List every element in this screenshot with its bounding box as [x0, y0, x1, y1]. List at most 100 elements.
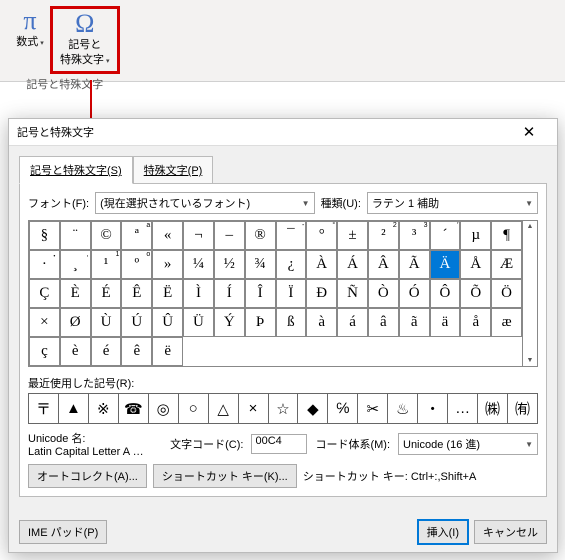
character-grid[interactable]: §¨©ªa«¬–®¯-°°±²2³3´′µ¶·・¸,¹1ºo»¼½¾¿ÀÁÂÃÄ…	[28, 220, 523, 367]
recent-cell[interactable]: ◎	[149, 394, 179, 423]
char-cell[interactable]: Å	[460, 250, 491, 279]
char-cell[interactable]: Ô	[430, 279, 461, 308]
char-cell[interactable]: Ñ	[337, 279, 368, 308]
recent-cell[interactable]: ♨	[388, 394, 418, 423]
char-cell[interactable]: Đ	[306, 279, 337, 308]
recent-cell[interactable]: 〒	[29, 394, 59, 423]
recent-cell[interactable]: ㈲	[508, 394, 537, 423]
equation-button[interactable]: π 数式	[10, 6, 50, 53]
char-cell[interactable]: ¼	[183, 250, 214, 279]
char-cell[interactable]: ·・	[29, 250, 60, 279]
char-cell[interactable]: ã	[399, 308, 430, 337]
shortcut-key-button[interactable]: ショートカット キー(K)...	[153, 464, 297, 488]
font-combo[interactable]: (現在選択されているフォント) ▼	[95, 192, 314, 214]
char-code-input[interactable]: 00C4	[251, 434, 307, 454]
recent-cell[interactable]: ✂	[358, 394, 388, 423]
char-cell[interactable]: ®	[245, 221, 276, 250]
char-cell[interactable]: Â	[368, 250, 399, 279]
char-cell[interactable]: ±	[337, 221, 368, 250]
char-cell[interactable]: æ	[491, 308, 522, 337]
char-cell[interactable]: ë	[152, 337, 183, 366]
recent-cell[interactable]: …	[448, 394, 478, 423]
char-cell[interactable]: Ä	[430, 250, 461, 279]
insert-button[interactable]: 挿入(I)	[418, 520, 468, 544]
char-cell[interactable]: ¿	[276, 250, 307, 279]
char-cell[interactable]: ×	[29, 308, 60, 337]
char-cell[interactable]: ê	[121, 337, 152, 366]
char-cell[interactable]: Ï	[276, 279, 307, 308]
recent-cell[interactable]: ◆	[298, 394, 328, 423]
char-cell[interactable]: Ø	[60, 308, 91, 337]
char-cell[interactable]: ´′	[430, 221, 461, 250]
char-cell[interactable]: ºo	[121, 250, 152, 279]
char-cell[interactable]: ³3	[399, 221, 430, 250]
recent-cell[interactable]: ☎	[119, 394, 149, 423]
scroll-up-icon[interactable]: ▲	[523, 221, 537, 232]
char-cell[interactable]: »	[152, 250, 183, 279]
char-cell[interactable]: Ó	[399, 279, 430, 308]
char-cell[interactable]: «	[152, 221, 183, 250]
char-cell[interactable]: Ê	[121, 279, 152, 308]
recent-cell[interactable]: ℅	[328, 394, 358, 423]
char-cell[interactable]: â	[368, 308, 399, 337]
char-cell[interactable]: Ò	[368, 279, 399, 308]
recent-cell[interactable]: ※	[89, 394, 119, 423]
char-cell[interactable]: §	[29, 221, 60, 250]
char-cell[interactable]: è	[60, 337, 91, 366]
char-cell[interactable]: ¬	[183, 221, 214, 250]
char-cell[interactable]: Æ	[491, 250, 522, 279]
char-cell[interactable]: Û	[152, 308, 183, 337]
recent-cell[interactable]: ・	[418, 394, 448, 423]
char-cell[interactable]: Ö	[491, 279, 522, 308]
char-cell[interactable]: Á	[337, 250, 368, 279]
char-cell[interactable]: ¯-	[276, 221, 307, 250]
char-cell[interactable]: à	[306, 308, 337, 337]
char-cell[interactable]: Ü	[183, 308, 214, 337]
char-cell[interactable]: Ú	[121, 308, 152, 337]
ime-pad-button[interactable]: IME パッド(P)	[19, 520, 107, 544]
char-cell[interactable]: ¹1	[91, 250, 122, 279]
recent-grid[interactable]: 〒▲※☎◎○△×☆◆℅✂♨・…㈱㈲	[28, 393, 538, 424]
recent-cell[interactable]: ○	[179, 394, 209, 423]
char-cell[interactable]: Õ	[460, 279, 491, 308]
symbol-button[interactable]: Ω 記号と 特殊文字	[56, 9, 114, 71]
recent-cell[interactable]: ☆	[269, 394, 299, 423]
char-cell[interactable]: ä	[430, 308, 461, 337]
char-cell[interactable]: ¾	[245, 250, 276, 279]
char-cell[interactable]: ¶	[491, 221, 522, 250]
char-cell[interactable]: Í	[214, 279, 245, 308]
char-cell[interactable]: ß	[276, 308, 307, 337]
char-cell[interactable]: µ	[460, 221, 491, 250]
autocorrect-button[interactable]: オートコレクト(A)...	[28, 464, 147, 488]
tab-special[interactable]: 特殊文字(P)	[133, 156, 214, 184]
char-cell[interactable]: À	[306, 250, 337, 279]
scroll-down-icon[interactable]: ▼	[523, 355, 537, 366]
char-cell[interactable]: Þ	[245, 308, 276, 337]
tab-symbols[interactable]: 記号と特殊文字(S)	[19, 156, 133, 184]
recent-cell[interactable]: ㈱	[478, 394, 508, 423]
char-cell[interactable]: Ç	[29, 279, 60, 308]
cancel-button[interactable]: キャンセル	[474, 520, 547, 544]
char-cell[interactable]: ç	[29, 337, 60, 366]
char-cell[interactable]: é	[91, 337, 122, 366]
code-system-combo[interactable]: Unicode (16 進) ▼	[398, 433, 538, 455]
recent-cell[interactable]: △	[209, 394, 239, 423]
char-cell[interactable]: °°	[306, 221, 337, 250]
char-cell[interactable]: –	[214, 221, 245, 250]
subset-combo[interactable]: ラテン 1 補助 ▼	[367, 192, 538, 214]
grid-scrollbar[interactable]: ▲ ▼	[523, 220, 538, 367]
char-cell[interactable]: Î	[245, 279, 276, 308]
char-cell[interactable]: Ý	[214, 308, 245, 337]
char-cell[interactable]: Ì	[183, 279, 214, 308]
char-cell[interactable]: Ù	[91, 308, 122, 337]
close-icon[interactable]: ✕	[509, 123, 549, 141]
char-cell[interactable]: Ã	[399, 250, 430, 279]
recent-cell[interactable]: ×	[239, 394, 269, 423]
char-cell[interactable]: Ë	[152, 279, 183, 308]
char-cell[interactable]: È	[60, 279, 91, 308]
char-cell[interactable]: á	[337, 308, 368, 337]
char-cell[interactable]: ªa	[121, 221, 152, 250]
recent-cell[interactable]: ▲	[59, 394, 89, 423]
char-cell[interactable]: å	[460, 308, 491, 337]
char-cell[interactable]: ©	[91, 221, 122, 250]
